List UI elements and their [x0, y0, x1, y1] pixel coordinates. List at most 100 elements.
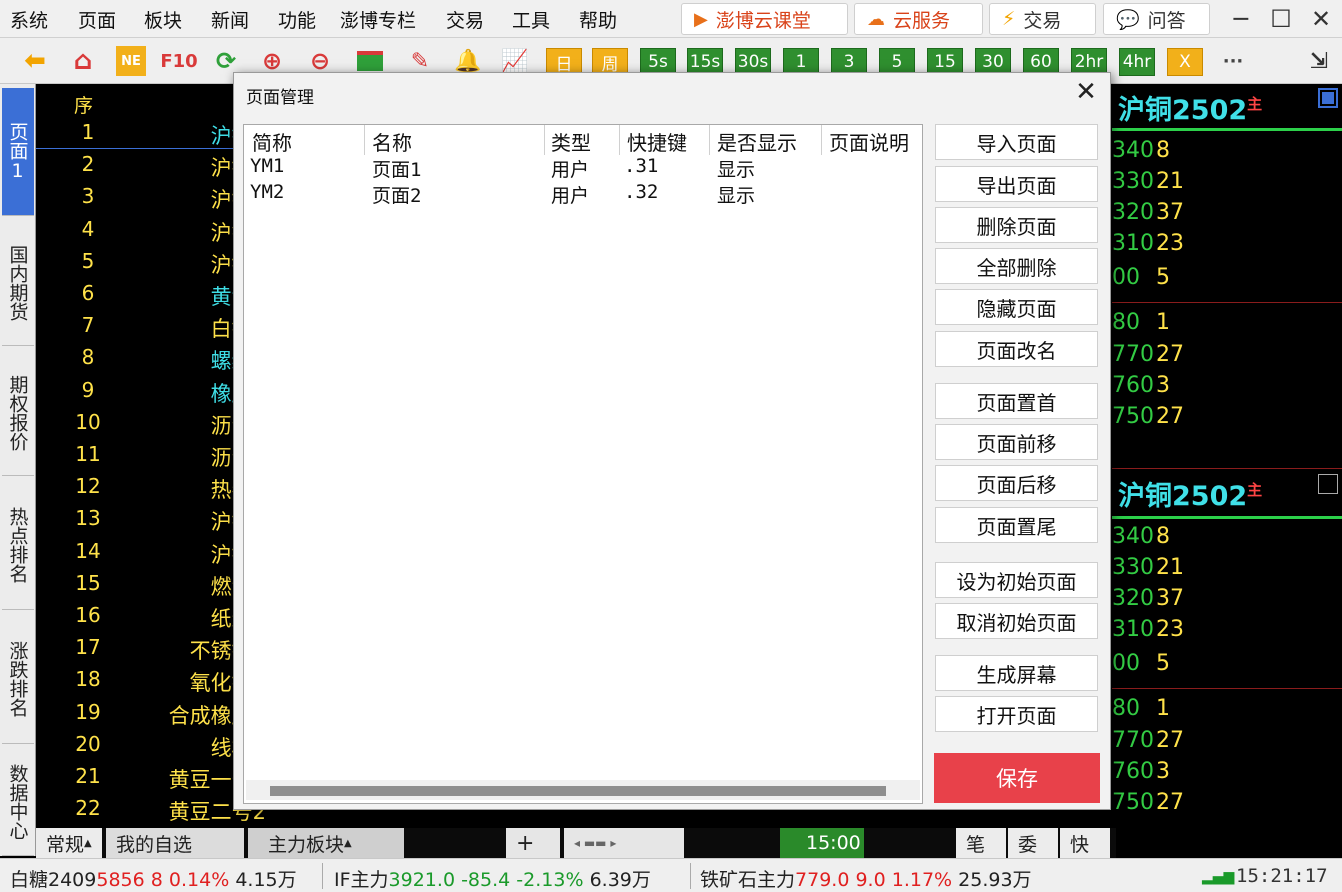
table-row[interactable]: YM2 页面2 用户 .32 显示: [244, 181, 920, 207]
ticker-sugar[interactable]: 白糖24095856 8 0.14% 4.15万: [10, 865, 297, 892]
depth-price: 340: [1112, 524, 1154, 549]
menu-trade[interactable]: 交易: [446, 6, 484, 33]
col-header-desc[interactable]: 页面说明: [829, 127, 909, 156]
row-index: 1: [81, 120, 95, 144]
cell-visible: 显示: [717, 159, 756, 181]
depth-row: 750 27: [1112, 790, 1342, 820]
tab-main-sector[interactable]: 主力板块 ▲: [248, 828, 404, 858]
menu-function[interactable]: 功能: [278, 6, 316, 33]
f10-button[interactable]: F10: [160, 46, 198, 76]
depth-row: 320 37: [1112, 586, 1342, 616]
depth-volume: 37: [1156, 200, 1184, 225]
list-header-index: 序: [74, 95, 94, 117]
cloud-icon: ☁: [867, 8, 885, 30]
more-button[interactable]: ···: [1216, 46, 1250, 76]
close-window-icon[interactable]: ✕: [1301, 2, 1341, 36]
depth-price: 320: [1112, 200, 1154, 225]
depth-row: 770 27: [1112, 728, 1342, 758]
tab-domestic-futures[interactable]: 国内期货: [2, 220, 34, 346]
export-icon[interactable]: ⇲: [1302, 46, 1336, 76]
panel-title: 沪铜2502主: [1118, 481, 1263, 512]
cloud-class-icon: ▶: [694, 8, 708, 30]
col-header-abbr[interactable]: 简称: [252, 127, 292, 156]
panel-checkbox[interactable]: [1318, 474, 1338, 494]
menu-tools[interactable]: 工具: [512, 6, 550, 33]
notes-icon[interactable]: NE: [116, 46, 146, 76]
delete-page-button[interactable]: 删除页面: [935, 207, 1098, 243]
close-icon[interactable]: ✕: [1072, 77, 1100, 107]
col-header-name[interactable]: 名称: [372, 127, 412, 156]
period-4hr[interactable]: 4hr: [1119, 48, 1155, 76]
move-down-button[interactable]: 页面后移: [935, 465, 1098, 501]
table-row[interactable]: YM1 页面1 用户 .31 显示: [244, 155, 920, 181]
menu-sector[interactable]: 板块: [144, 6, 182, 33]
move-to-bottom-button[interactable]: 页面置尾: [935, 507, 1098, 543]
row-index: 20: [75, 731, 101, 756]
qa-button[interactable]: 💬 问答: [1103, 3, 1210, 35]
home-icon[interactable]: ⌂: [66, 46, 100, 76]
row-index: 18: [75, 667, 101, 692]
back-arrow-icon[interactable]: ⬅: [18, 46, 52, 76]
tab-hot-ranking[interactable]: 热点排名: [2, 480, 34, 610]
depth-volume: 21: [1156, 169, 1184, 194]
tab-data-center[interactable]: 数据中心: [2, 748, 34, 856]
depth-price: 80: [1112, 696, 1140, 721]
cell-visible: 显示: [717, 185, 756, 207]
maximize-icon[interactable]: ☐: [1261, 2, 1301, 36]
tab-fast[interactable]: 快: [1060, 828, 1110, 858]
tab-change-ranking[interactable]: 涨跌排名: [2, 614, 34, 744]
col-header-shortcut[interactable]: 快捷键: [627, 127, 687, 156]
depth-price: 750: [1112, 790, 1154, 815]
add-tab-button[interactable]: +: [506, 828, 560, 858]
panel-checkbox[interactable]: [1318, 88, 1338, 108]
ticker-if[interactable]: IF主力3921.0 -85.4 -2.13% 6.39万: [334, 865, 651, 892]
menu-news[interactable]: 新闻: [211, 6, 249, 33]
col-header-visible[interactable]: 是否显示: [717, 127, 797, 156]
generate-screen-button[interactable]: 生成屏幕: [935, 655, 1098, 691]
depth-price: 330: [1112, 555, 1154, 580]
hide-page-button[interactable]: 隐藏页面: [935, 289, 1098, 325]
move-up-button[interactable]: 页面前移: [935, 424, 1098, 460]
menu-system[interactable]: 系统: [10, 6, 48, 33]
menu-help[interactable]: 帮助: [579, 6, 617, 33]
depth-volume: 37: [1156, 586, 1184, 611]
row-index: 19: [75, 699, 101, 724]
delete-all-button[interactable]: 全部删除: [935, 248, 1098, 284]
clock: 15:21:17: [1236, 865, 1328, 887]
export-page-button[interactable]: 导出页面: [935, 166, 1098, 202]
import-page-button[interactable]: 导入页面: [935, 124, 1098, 160]
scrollbar-thumb[interactable]: [270, 786, 886, 796]
x-button[interactable]: X: [1167, 48, 1203, 76]
lightning-icon: ⚡: [1002, 8, 1016, 30]
minimize-icon[interactable]: ─: [1221, 2, 1261, 36]
depth-volume: 8: [1156, 524, 1170, 549]
ticker-iron-ore[interactable]: 铁矿石主力779.0 9.0 1.17% 25.93万: [700, 865, 1032, 892]
depth-row: 330 21: [1112, 555, 1342, 585]
row-index: 17: [75, 635, 101, 660]
tab-regular[interactable]: 常规 ▲: [36, 828, 102, 858]
cancel-initial-page-button[interactable]: 取消初始页面: [935, 603, 1098, 639]
cloud-service-button[interactable]: ☁ 云服务: [854, 3, 983, 35]
col-header-type[interactable]: 类型: [551, 127, 591, 156]
trade-button[interactable]: ⚡ 交易: [989, 3, 1096, 35]
cloud-class-button[interactable]: ▶ 澎博云课堂: [681, 3, 848, 35]
move-to-top-button[interactable]: 页面置首: [935, 383, 1098, 419]
rename-page-button[interactable]: 页面改名: [935, 331, 1098, 367]
horizontal-scrollbar[interactable]: [246, 780, 920, 800]
tab-scrollbar[interactable]: ◂ ▬▬ ▸: [564, 828, 684, 858]
menu-column[interactable]: 澎博专栏: [340, 6, 416, 33]
cell-shortcut: .31: [624, 155, 659, 177]
save-button[interactable]: 保存: [934, 753, 1100, 803]
row-index: 3: [81, 184, 95, 209]
tab-orders[interactable]: 委: [1008, 828, 1058, 858]
open-page-button[interactable]: 打开页面: [935, 696, 1098, 732]
tab-my-watchlist[interactable]: 我的自选: [106, 828, 244, 858]
page-manager-dialog: 页面管理 ✕ 简称 名称 类型 快捷键 是否显示 页面说明 YM1 页面1 用户…: [233, 72, 1111, 810]
set-initial-page-button[interactable]: 设为初始页面: [935, 562, 1098, 598]
tab-page1[interactable]: 页面1: [2, 88, 34, 216]
tab-options-quote[interactable]: 期权报价: [2, 350, 34, 476]
tab-trades[interactable]: 笔: [956, 828, 1006, 858]
depth-volume: 27: [1156, 790, 1184, 815]
depth-price: 340: [1112, 138, 1154, 163]
menu-page[interactable]: 页面: [78, 6, 116, 33]
